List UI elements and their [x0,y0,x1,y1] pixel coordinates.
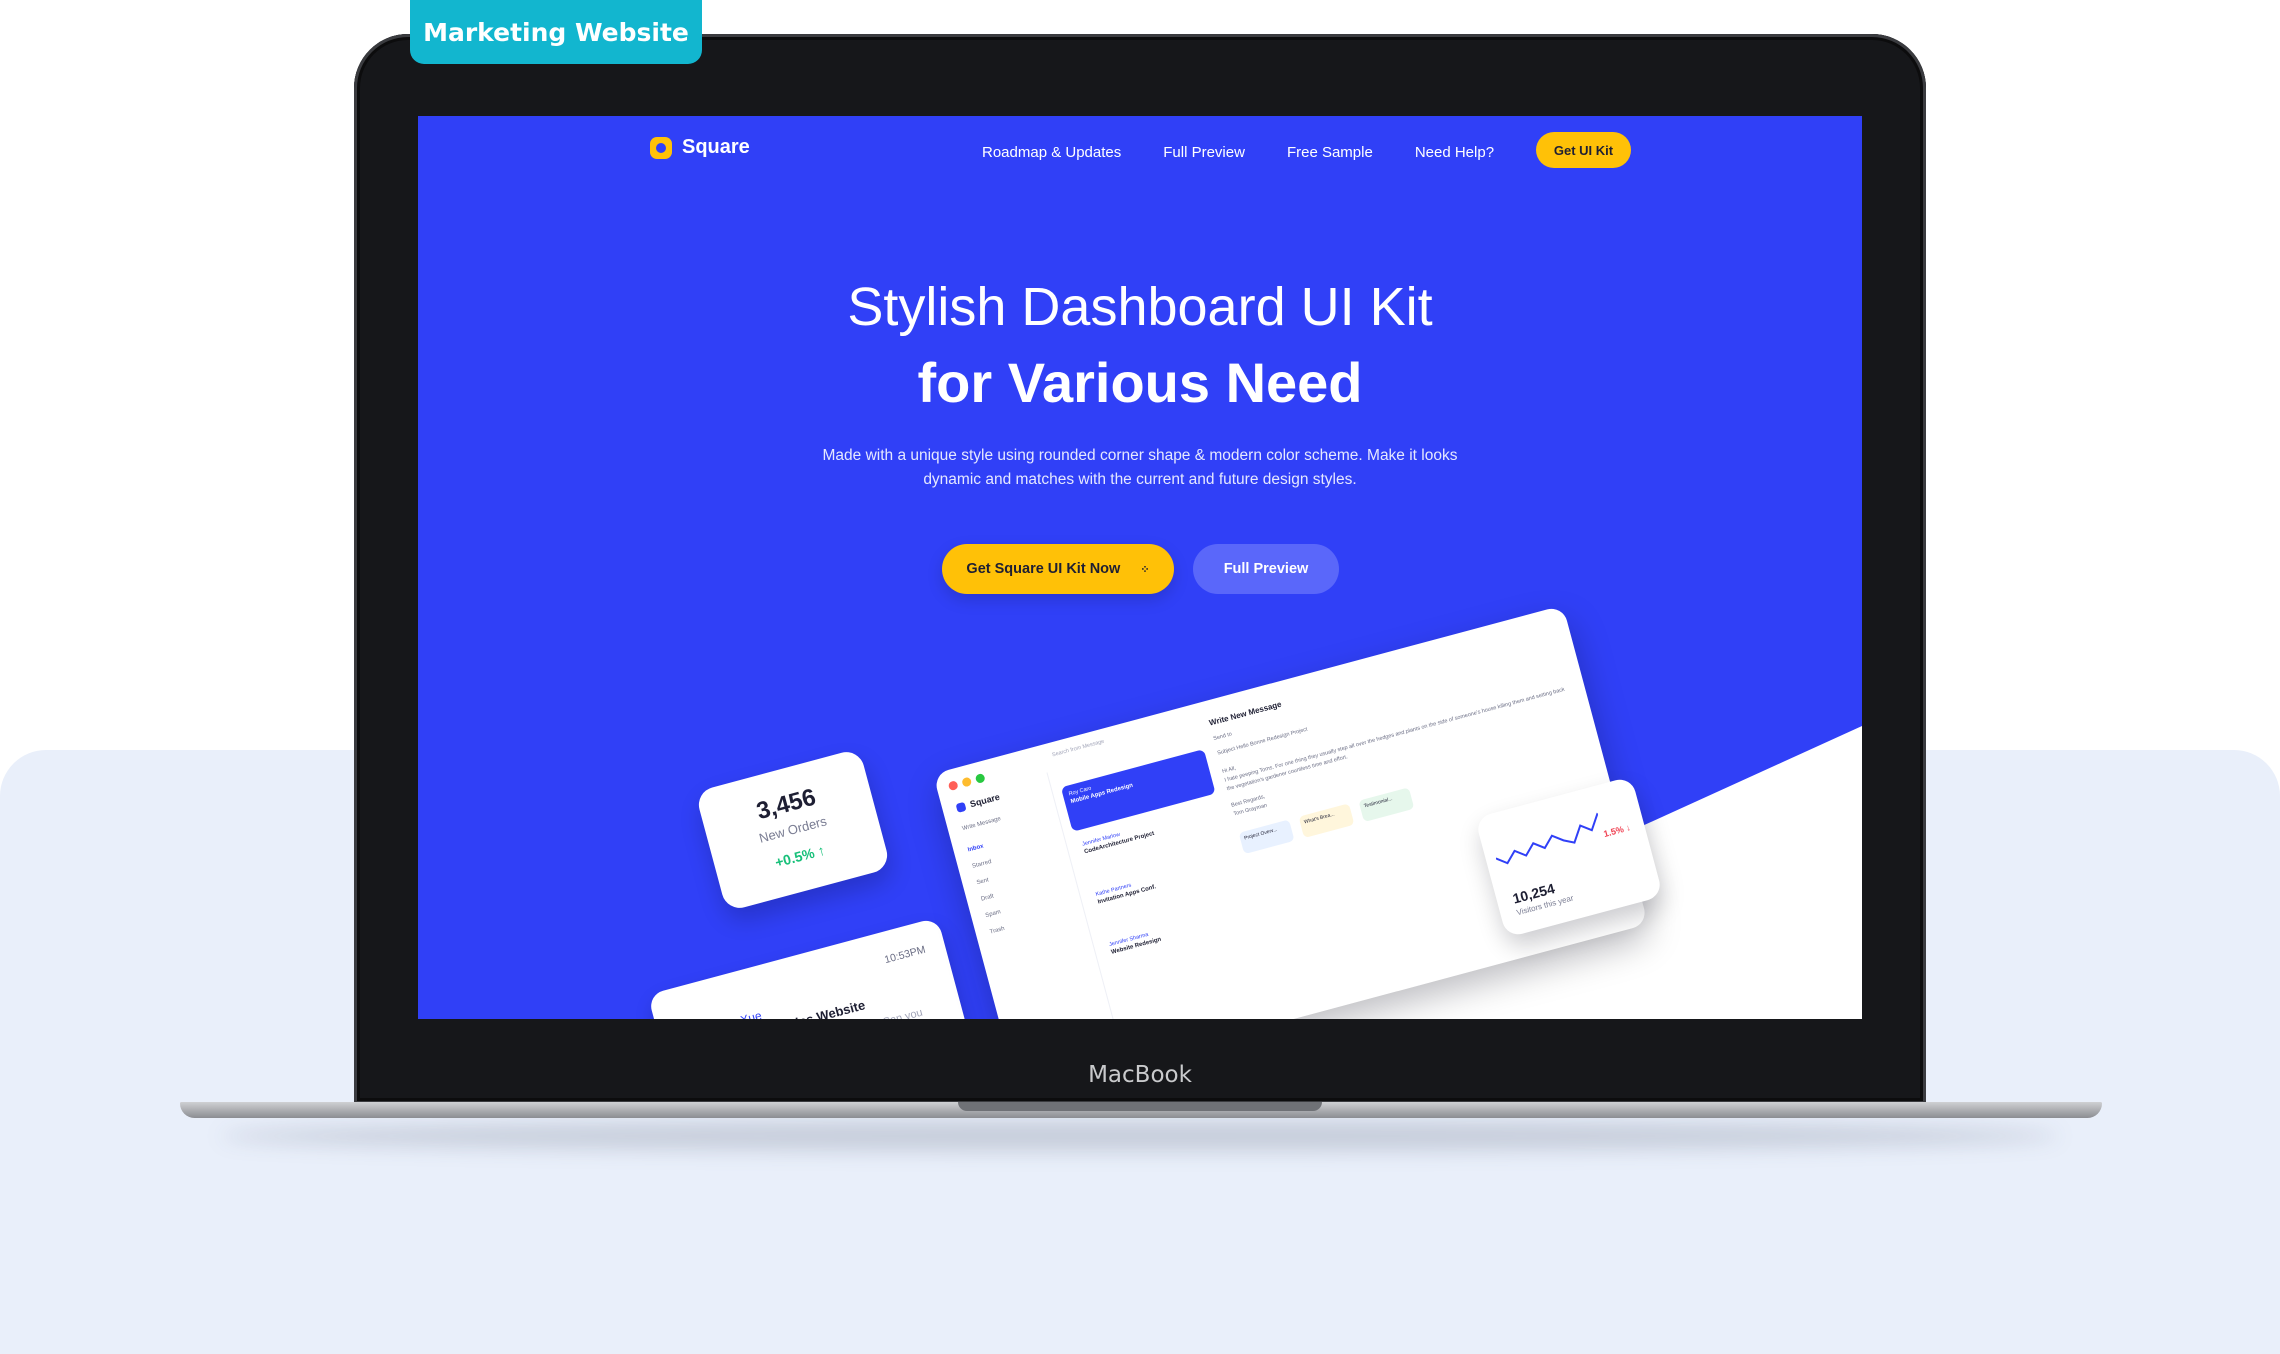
visitors-trend-line [1495,812,1599,865]
window-controls [947,772,986,792]
square-logo-icon [650,136,672,159]
site-logo[interactable]: Square [650,136,750,159]
visitors-change: 1.5% ↓ [1602,822,1631,839]
hero-title-line-1: Stylish Dashboard UI Kit [847,277,1433,337]
mockup-nav-trash: Trash [989,925,1006,936]
maximize-dot-icon [974,772,986,784]
close-dot-icon [947,780,959,792]
minimize-dot-icon [961,776,973,788]
marketing-website-badge: Marketing Website [410,0,702,64]
sparkle-icon: ⁘ [1140,564,1150,576]
nav-link-free-sample[interactable]: Free Sample [1287,138,1373,168]
nav-link-full-preview[interactable]: Full Preview [1163,138,1245,168]
website-screen: Square Roadmap & Updates Full Preview Fr… [418,116,1862,1019]
message-time: 10:53PM [883,943,927,967]
mockup-search: Search from Message [1051,738,1106,759]
get-ui-kit-button[interactable]: Get UI Kit [1536,132,1631,168]
mockup-nav: Inbox Starred Sent Draft Spam Trash [967,843,1012,947]
full-preview-button[interactable]: Full Preview [1193,544,1339,594]
hero-subtitle-line-2: dynamic and matches with the current and… [923,471,1357,488]
laptop-notch [958,1102,1322,1111]
new-orders-change-value: +0.5% [773,844,817,871]
laptop-brand-label: MacBook [1088,1062,1192,1088]
visitors-change-value: 1.5% [1602,824,1625,840]
mockup-write-message-button: Write Message [961,816,1002,833]
hero-subtitle: Made with a unique style using rounded c… [800,444,1480,492]
list-item-from: Roy Caro [1068,785,1093,798]
mockup-brand: Square [955,792,1001,813]
nav-link-roadmap[interactable]: Roadmap & Updates [982,138,1121,168]
attachment-item: Testimonial... [1358,787,1415,823]
hero-subtitle-line-1: Made with a unique style using rounded c… [822,447,1458,464]
attachment-item: What's Brea... [1298,803,1355,839]
laptop-shadow [220,1121,2060,1151]
main-nav: Roadmap & Updates Full Preview Free Samp… [982,138,1494,168]
square-logo-icon [955,801,967,813]
message-sender: Ren Xue [714,1008,763,1019]
get-square-ui-kit-button[interactable]: Get Square UI Kit Now ⁘ [942,544,1174,594]
compose-subject-label: Subject [1216,746,1236,757]
attachment-item: Project Overv... [1238,819,1295,855]
get-square-ui-kit-label: Get Square UI Kit Now [966,561,1121,577]
mockup-brand-text: Square [968,791,1001,810]
nav-link-need-help[interactable]: Need Help? [1415,138,1494,168]
arrow-up-icon: ↑ [815,841,827,860]
visitors-trend-chart [1495,812,1599,865]
new-orders-card: 3,456 New Orders +0.5% ↑ [694,748,892,912]
site-logo-text: Square [682,136,750,158]
message-card: Ren Xue 10:53PM Zone Dynamics Website ..… [647,917,969,1019]
arrow-down-icon: ↓ [1624,822,1632,834]
hero-title-line-2: for Various Need [917,351,1363,414]
